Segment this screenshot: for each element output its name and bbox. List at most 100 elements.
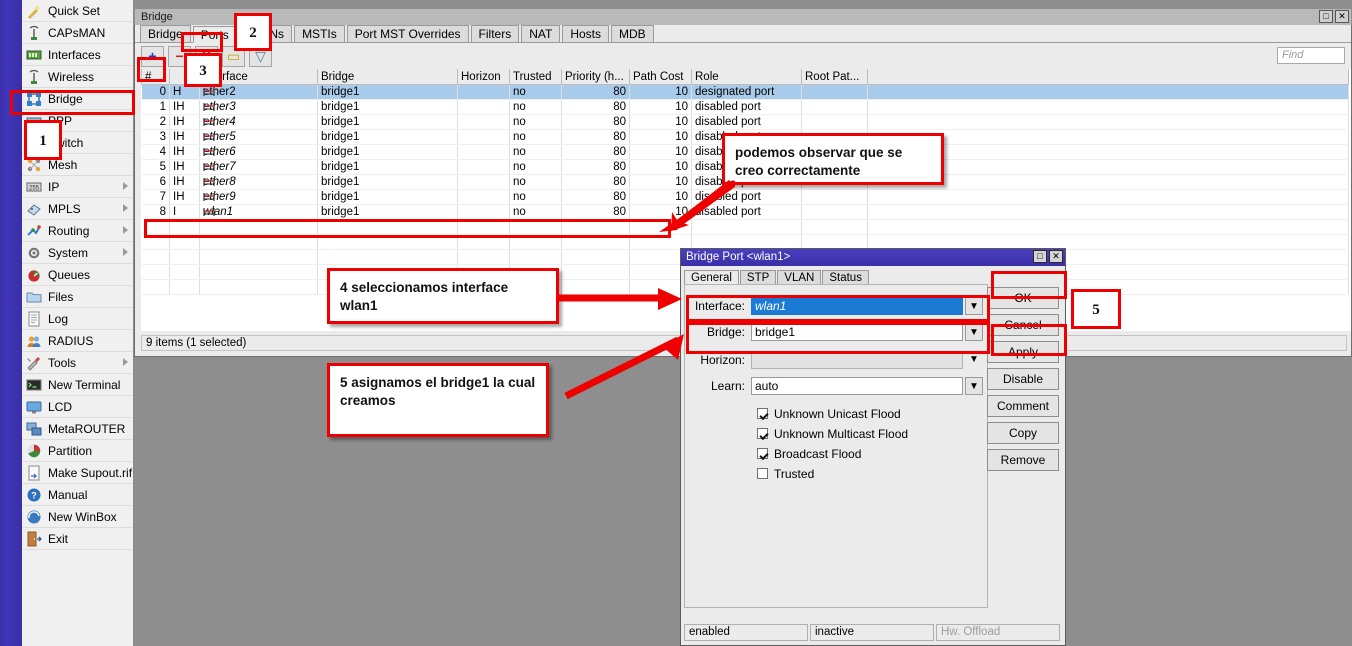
interface-icon (202, 191, 216, 203)
add-button[interactable]: + (141, 46, 164, 67)
column-header[interactable]: Path Cost (630, 69, 692, 85)
table-row[interactable]: 7IHether9bridge1no8010disabled port (142, 190, 1349, 205)
field-input-bridge[interactable]: bridge1 (751, 323, 963, 341)
sidebar-item-ip[interactable]: 255IP (22, 176, 133, 198)
sidebar-item-wireless[interactable]: Wireless (22, 66, 133, 88)
dialog-general-panel: Interface:wlan1▼Bridge:bridge1▼Horizon:▼… (684, 284, 988, 608)
dialog-tab-vlan[interactable]: VLAN (777, 270, 821, 285)
interface-icon (202, 131, 216, 143)
tab-mstis[interactable]: MSTIs (294, 25, 345, 42)
cell-bridge: bridge1 (318, 115, 458, 130)
annotation-step-1: 1 (24, 120, 62, 160)
sidebar-item-new-winbox[interactable]: New WinBox (22, 506, 133, 528)
column-header[interactable]: Root Pat... (802, 69, 868, 85)
tab-filters[interactable]: Filters (471, 25, 520, 42)
column-header[interactable]: Horizon (458, 69, 510, 85)
sidebar-item-quick-set[interactable]: Quick Set (22, 0, 133, 22)
comment-button[interactable]: Comment (987, 395, 1059, 417)
dialog-tab-general[interactable]: General (684, 270, 739, 285)
checkbox-box[interactable] (757, 428, 768, 439)
sidebar-item-files[interactable]: Files (22, 286, 133, 308)
copy-button[interactable]: Copy (987, 422, 1059, 444)
cell-priority: 80 (562, 160, 630, 175)
checkbox-box[interactable] (757, 468, 768, 479)
sidebar-item-manual[interactable]: ?Manual (22, 484, 133, 506)
sidebar-item-interfaces[interactable]: Interfaces (22, 44, 133, 66)
checkbox-broadcast-flood[interactable]: Broadcast Flood (757, 447, 861, 464)
ports-table-header[interactable]: #InterfaceBridgeHorizonTrustedPriority (… (142, 69, 1349, 85)
chevron-down-icon[interactable]: ▼ (965, 323, 983, 341)
apply-button[interactable]: Apply (987, 341, 1059, 363)
sidebar-item-make-supout-rif[interactable]: Make Supout.rif (22, 462, 133, 484)
dialog-close-icon[interactable]: ✕ (1049, 250, 1063, 263)
column-header[interactable]: Trusted (510, 69, 562, 85)
chevron-down-icon[interactable]: ▼ (965, 377, 983, 395)
field-input-horizon[interactable] (751, 351, 963, 369)
sidebar-item-lcd[interactable]: LCD (22, 396, 133, 418)
cell-empty (200, 280, 318, 295)
column-header[interactable] (868, 69, 1349, 85)
cell-path-cost: 10 (630, 115, 692, 130)
dialog-titlebar[interactable]: Bridge Port <wlan1> □ ✕ (681, 249, 1065, 266)
sidebar-item-bridge[interactable]: Bridge (22, 88, 133, 110)
cell-empty (562, 265, 630, 280)
field-input-learn[interactable]: auto (751, 377, 963, 395)
sidebar-item-label: New Terminal (48, 378, 120, 392)
sidebar-item-tools[interactable]: Tools (22, 352, 133, 374)
chevron-down-icon[interactable]: ▼ (965, 297, 983, 315)
cell-interface: ether5 (200, 130, 318, 145)
cell-horizon (458, 130, 510, 145)
column-header[interactable]: # (142, 69, 170, 85)
checkbox-unknown-unicast-flood[interactable]: Unknown Unicast Flood (757, 407, 901, 424)
bridge-tab-bar: BridgePortsVLANsMSTIsPort MST OverridesF… (135, 25, 1351, 43)
sidebar-item-queues[interactable]: Queues (22, 264, 133, 286)
column-header[interactable]: Role (692, 69, 802, 85)
checkbox-box[interactable] (757, 448, 768, 459)
find-input[interactable]: Find (1277, 47, 1345, 64)
column-header[interactable]: Bridge (318, 69, 458, 85)
checkbox-unknown-multicast-flood[interactable]: Unknown Multicast Flood (757, 427, 908, 444)
sidebar-item-radius[interactable]: RADIUS (22, 330, 133, 352)
cell-spacer (868, 115, 1349, 130)
close-icon[interactable]: ✕ (1335, 10, 1349, 23)
sidebar-item-partition[interactable]: Partition (22, 440, 133, 462)
table-row[interactable]: 8Iwlan1bridge1no8010disabled port (142, 205, 1349, 220)
tab-ports[interactable]: Ports (193, 26, 237, 43)
cell-horizon (458, 100, 510, 115)
dialog-tab-status[interactable]: Status (822, 270, 869, 285)
chevron-down-icon[interactable]: ▼ (965, 351, 983, 369)
cell-empty (170, 220, 200, 235)
dialog-maximize-icon[interactable]: □ (1033, 250, 1047, 263)
remove-button[interactable]: Remove (987, 449, 1059, 471)
cell-interface: ether6 (200, 145, 318, 160)
tab-mdb[interactable]: MDB (611, 25, 654, 42)
sidebar-item-capsman[interactable]: CAPsMAN (22, 22, 133, 44)
column-header[interactable]: Priority (h... (562, 69, 630, 85)
sidebar-item-log[interactable]: Log (22, 308, 133, 330)
table-row[interactable]: 1IHether3bridge1no8010disabled port (142, 100, 1349, 115)
sidebar-item-new-terminal[interactable]: New Terminal (22, 374, 133, 396)
table-row[interactable]: 0Hether2bridge1no8010designated port (142, 85, 1349, 100)
sidebar-item-system[interactable]: System (22, 242, 133, 264)
bridge-titlebar[interactable]: Bridge □ ✕ (134, 8, 1352, 25)
checkbox-trusted[interactable]: Trusted (757, 467, 814, 484)
table-row[interactable]: 2IHether4bridge1no8010disabled port (142, 115, 1349, 130)
gear-icon (26, 245, 42, 261)
tab-hosts[interactable]: Hosts (562, 25, 609, 42)
cancel-button[interactable]: Cancel (987, 314, 1059, 336)
dialog-tab-stp[interactable]: STP (740, 270, 776, 285)
sidebar-item-metarouter[interactable]: MetaROUTER (22, 418, 133, 440)
cell-priority: 80 (562, 190, 630, 205)
sidebar-item-routing[interactable]: Routing (22, 220, 133, 242)
checkbox-box[interactable] (757, 408, 768, 419)
tab-bridge[interactable]: Bridge (140, 25, 191, 42)
ok-button[interactable]: OK (987, 287, 1059, 309)
cell-priority: 80 (562, 100, 630, 115)
sidebar-item-exit[interactable]: Exit (22, 528, 133, 550)
sidebar-item-mpls[interactable]: MPLS (22, 198, 133, 220)
maximize-icon[interactable]: □ (1319, 10, 1333, 23)
tab-nat[interactable]: NAT (521, 25, 560, 42)
tab-port-mst-overrides[interactable]: Port MST Overrides (347, 25, 469, 42)
field-input-interface[interactable]: wlan1 (751, 297, 963, 315)
disable-button[interactable]: Disable (987, 368, 1059, 390)
